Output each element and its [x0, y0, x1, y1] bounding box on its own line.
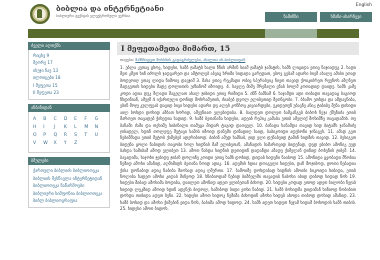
external-link[interactable]: ბიბლ ბიბლიოგრაფია: [33, 197, 105, 204]
alphabet-letter[interactable]: J: [54, 124, 64, 131]
site-logo[interactable]: [30, 4, 50, 24]
alphabet-title: ანბანიდან: [28, 104, 110, 113]
alphabet-letter[interactable]: L: [74, 124, 84, 131]
external-link[interactable]: ქართული ბიბლიის ბიბლიოთეკა: [33, 167, 105, 174]
alphabet-letter[interactable]: W: [43, 140, 53, 147]
alphabet-letter[interactable]: H: [33, 124, 43, 131]
main-content: I მეფეთამეთა მიმართ, 15 თავები: მამჩნიდე…: [117, 42, 359, 213]
site-header: ბიბლია და ინტერნეტიანი ბიბლიური ტექსტის …: [0, 0, 380, 28]
chapter-nav: თავები: მამჩნიდეთ მოხსნის გადაგრძელები, …: [117, 55, 359, 64]
book-item[interactable]: I მეფეთა 15: [33, 82, 105, 89]
tab-search[interactable]: ხმანი-ასარჩევი: [320, 12, 372, 22]
book-list: რიცხვ 9 მეორე 17 ისუჯი ნავ 13 ილოიცები 1…: [28, 50, 110, 101]
alphabet-grid: ABCDEFG HIJKLMN OPQRSTU VWXYZ: [33, 114, 105, 149]
tab-home[interactable]: ნამიზნი: [265, 12, 317, 22]
alphabet-letter[interactable]: A: [33, 116, 43, 123]
alphabet-letter[interactable]: M: [84, 124, 94, 131]
alphabet-letter[interactable]: Y: [64, 140, 74, 147]
alphabet-letter[interactable]: R: [64, 132, 74, 139]
external-link[interactable]: ბიბლიის შესწავლა ინტერნეტიდან: [33, 175, 105, 182]
book-item[interactable]: ილოიცები 18: [33, 74, 105, 81]
alphabet-letter[interactable]: K: [64, 124, 74, 131]
alphabet-letter[interactable]: I: [43, 124, 53, 131]
alphabet-letter[interactable]: O: [33, 132, 43, 139]
book-item[interactable]: ისუჯი ნავ 13: [33, 67, 105, 74]
book-list-title: ძველი აღთქმა: [28, 42, 110, 50]
links-title: ბმულები: [28, 157, 110, 166]
site-title[interactable]: ბიბლია და ინტერნეტიანი: [56, 5, 164, 13]
chapter-text: 1. ებლა კეთავ ცხოვ, ხიდესი, ხამბ ჯამატს …: [120, 65, 356, 211]
alphabet-letter[interactable]: E: [74, 116, 84, 123]
book-item[interactable]: მეორე 17: [33, 59, 105, 66]
language-link[interactable]: English: [356, 3, 372, 8]
active-tab-indicator: [265, 29, 317, 38]
chapter-title: I მეფეთამეთა მიმართ, 15: [117, 42, 359, 55]
alphabet-letter[interactable]: Z: [74, 140, 84, 147]
alphabet-letter[interactable]: N: [95, 124, 105, 131]
chapter-nav-label: თავები:: [120, 57, 135, 62]
external-link[interactable]: ბიბლიოთეკა ნაწარმოები: [33, 182, 105, 189]
book-item[interactable]: II მეფეთა 23: [33, 89, 105, 96]
links-list: ქართული ბიბლიის ბიბლიოთეკა ბიბლიის შესწა…: [28, 165, 110, 209]
alphabet-letter[interactable]: Q: [54, 132, 64, 139]
alphabet-letter[interactable]: F: [84, 116, 94, 123]
alphabet-index: ABCDEFG HIJKLMN OPQRSTU VWXYZ: [28, 112, 110, 154]
alphabet-letter[interactable]: B: [43, 116, 53, 123]
alphabet-letter[interactable]: U: [95, 132, 105, 139]
sidebar: ძველი აღთქმა რიცხვ 9 მეორე 17 ისუჯი ნავ …: [28, 42, 110, 209]
alphabet-letter[interactable]: V: [33, 140, 43, 147]
alphabet-letter[interactable]: D: [64, 116, 74, 123]
external-link[interactable]: ბიბლიური სიმფონია ბიბლიოთეკა: [33, 190, 105, 197]
alphabet-letter[interactable]: X: [54, 140, 64, 147]
alphabet-letter[interactable]: S: [74, 132, 84, 139]
site-subtitle: ბიბლიური ტექსტის ელექტრონული ვერსია: [56, 14, 131, 18]
alphabet-letter[interactable]: P: [43, 132, 53, 139]
chapter-nav-links[interactable]: მამჩნიდეთ მოხსნის გადაგრძელები, ახალთა ი…: [135, 57, 245, 62]
alphabet-letter[interactable]: C: [54, 116, 64, 123]
alphabet-letter[interactable]: T: [84, 132, 94, 139]
alphabet-letter[interactable]: G: [95, 116, 105, 123]
header-tabs: ნამიზნი ხმანი-ასარჩევი: [265, 12, 372, 22]
book-item[interactable]: რიცხვ 9: [33, 52, 105, 59]
